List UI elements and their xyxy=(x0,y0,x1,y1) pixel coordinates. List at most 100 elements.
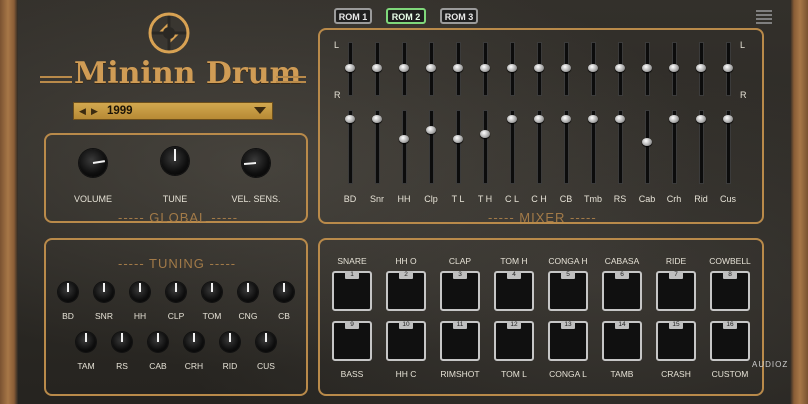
level-track[interactable] xyxy=(402,110,407,184)
pad-number: 5 xyxy=(561,271,575,279)
pan-knob[interactable] xyxy=(480,64,490,72)
drum-pad-2[interactable]: 2 xyxy=(386,271,426,311)
pad-label: HH C xyxy=(395,369,417,379)
pan-knob[interactable] xyxy=(588,64,598,72)
drum-pad-6[interactable]: 6 xyxy=(602,271,642,311)
tuning-knob-tam[interactable] xyxy=(73,329,99,355)
preset-selector[interactable]: ◀ ▶ 1999 xyxy=(73,102,273,120)
pan-knob[interactable] xyxy=(345,64,355,72)
tuning-knob-cng[interactable] xyxy=(235,279,261,305)
tuning-knob-rid[interactable] xyxy=(217,329,243,355)
knob-indicator xyxy=(244,162,257,165)
mixer-left-label-l: L xyxy=(334,40,340,50)
drum-pad-11[interactable]: 11 xyxy=(440,321,480,361)
chevron-down-icon[interactable] xyxy=(254,107,266,114)
global-knob-3[interactable] xyxy=(239,146,273,180)
pad-label: HH O xyxy=(395,256,417,266)
tuning-knob-tom[interactable] xyxy=(199,279,225,305)
pan-knob[interactable] xyxy=(723,64,733,72)
level-track[interactable] xyxy=(429,110,434,184)
drum-pad-3[interactable]: 3 xyxy=(440,271,480,311)
drum-pad-12[interactable]: 12 xyxy=(494,321,534,361)
pan-knob[interactable] xyxy=(372,64,382,72)
pad-number: 13 xyxy=(561,321,575,329)
tuning-knob-label: CB xyxy=(278,311,290,321)
title-rule-left xyxy=(40,76,72,78)
global-knob-1[interactable] xyxy=(76,146,110,180)
drum-pad-7[interactable]: 7 xyxy=(656,271,696,311)
drum-pad-16[interactable]: 16 xyxy=(710,321,750,361)
tuning-knob-snr[interactable] xyxy=(91,279,117,305)
level-fader[interactable] xyxy=(345,114,355,123)
level-track[interactable] xyxy=(645,110,650,184)
pad-number: 11 xyxy=(453,321,467,329)
menu-icon[interactable] xyxy=(756,8,772,24)
drum-pad-10[interactable]: 10 xyxy=(386,321,426,361)
pan-knob[interactable] xyxy=(534,64,544,72)
level-fader[interactable] xyxy=(507,114,517,123)
global-caption: ----- GLOBAL ----- xyxy=(118,210,239,225)
drum-pad-4[interactable]: 4 xyxy=(494,271,534,311)
drum-pad-9[interactable]: 9 xyxy=(332,321,372,361)
pan-knob[interactable] xyxy=(507,64,517,72)
drum-pad-15[interactable]: 15 xyxy=(656,321,696,361)
pan-knob[interactable] xyxy=(615,64,625,72)
drum-pad-14[interactable]: 14 xyxy=(602,321,642,361)
tuning-knob-cus[interactable] xyxy=(253,329,279,355)
pan-knob[interactable] xyxy=(453,64,463,72)
level-fader[interactable] xyxy=(615,114,625,123)
knob-indicator xyxy=(67,283,69,292)
level-fader[interactable] xyxy=(534,114,544,123)
knob-indicator xyxy=(229,333,231,342)
tuning-knob-cb[interactable] xyxy=(271,279,297,305)
watermark: AUDIOZ xyxy=(752,360,789,369)
rom-3-button[interactable]: ROM 3 xyxy=(440,8,478,24)
rom-2-button[interactable]: ROM 2 xyxy=(386,8,426,24)
knob-indicator xyxy=(283,283,285,292)
next-preset-icon[interactable]: ▶ xyxy=(91,106,98,117)
knob-indicator xyxy=(193,333,195,342)
drum-pad-13[interactable]: 13 xyxy=(548,321,588,361)
pad-number: 16 xyxy=(723,321,737,329)
global-caption-text: GLOBAL xyxy=(149,210,207,225)
pan-knob[interactable] xyxy=(669,64,679,72)
pad-label: SNARE xyxy=(337,256,367,266)
level-fader[interactable] xyxy=(453,134,463,143)
tuning-knob-bd[interactable] xyxy=(55,279,81,305)
tuning-knob-rs[interactable] xyxy=(109,329,135,355)
prev-preset-icon[interactable]: ◀ xyxy=(79,106,86,117)
pad-number: 12 xyxy=(507,321,521,329)
drum-pad-8[interactable]: 8 xyxy=(710,271,750,311)
tuning-knob-cab[interactable] xyxy=(145,329,171,355)
pan-knob[interactable] xyxy=(642,64,652,72)
tuning-knob-clp[interactable] xyxy=(163,279,189,305)
pad-number: 4 xyxy=(507,271,521,279)
pan-knob[interactable] xyxy=(426,64,436,72)
pan-knob[interactable] xyxy=(399,64,409,72)
level-fader[interactable] xyxy=(372,114,382,123)
pan-knob[interactable] xyxy=(561,64,571,72)
knob-indicator xyxy=(247,283,249,292)
knob-indicator xyxy=(157,333,159,342)
knob-indicator xyxy=(265,333,267,342)
tuning-knob-crh[interactable] xyxy=(181,329,207,355)
global-knob-2[interactable] xyxy=(158,144,192,178)
preset-name: 1999 xyxy=(107,105,133,117)
tuning-knob-hh[interactable] xyxy=(127,279,153,305)
drum-pad-1[interactable]: 1 xyxy=(332,271,372,311)
level-fader[interactable] xyxy=(561,114,571,123)
pad-label: TAMB xyxy=(610,369,634,379)
level-track[interactable] xyxy=(456,110,461,184)
level-fader[interactable] xyxy=(696,114,706,123)
level-fader[interactable] xyxy=(669,114,679,123)
pan-knob[interactable] xyxy=(696,64,706,72)
pad-number: 3 xyxy=(453,271,467,279)
level-fader[interactable] xyxy=(723,114,733,123)
drum-pad-5[interactable]: 5 xyxy=(548,271,588,311)
rom-1-button[interactable]: ROM 1 xyxy=(334,8,372,24)
level-fader[interactable] xyxy=(588,114,598,123)
pad-label: RIDE xyxy=(665,256,687,266)
level-fader[interactable] xyxy=(399,134,409,143)
pad-number: 14 xyxy=(615,321,629,329)
level-track[interactable] xyxy=(483,110,488,184)
